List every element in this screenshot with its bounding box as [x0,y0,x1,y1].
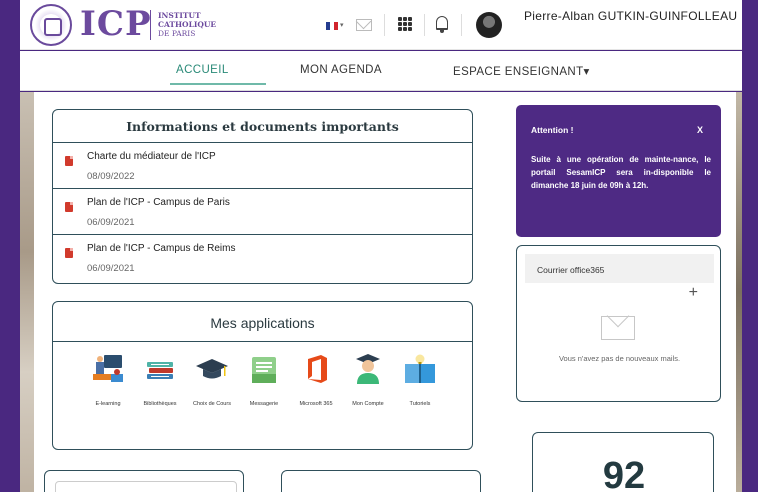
bottom-card-right [281,470,481,492]
counter-card: 92 [532,432,714,492]
logo-subtitle: INSTITUT CATHOLIQUE DE PARIS [158,11,216,38]
document-row[interactable]: Plan de l'ICP - Campus de Paris 06/09/20… [53,189,472,235]
document-row[interactable]: Plan de l'ICP - Campus de Reims 06/09/20… [53,235,472,281]
alert-message: Suite à une opération de mainte-nance, l… [531,155,711,190]
applications-card: Mes applications E-learning Bibliothèque… [52,301,473,450]
french-flag-icon[interactable] [326,22,338,30]
document-title[interactable]: Plan de l'ICP - Campus de Paris [87,197,230,208]
app-label: Choix de Cours [193,401,231,407]
books-icon [143,352,177,386]
nav-accueil[interactable]: ACCUEIL [176,64,229,76]
book-lightbulb-icon [403,352,437,386]
app-bibliotheques[interactable]: Bibliothèques [135,352,185,407]
alert-close-button[interactable]: X [697,125,703,135]
bottom-card-inner[interactable] [55,481,237,492]
document-title[interactable]: Charte du médiateur de l'ICP [87,151,216,162]
mail-empty-message: Vous n'avez pas de nouveaux mails. [558,354,681,363]
app-messagerie[interactable]: Messagerie [239,352,289,407]
frame-left [0,0,20,492]
document-date: 06/09/2021 [87,263,135,274]
app-label: Messagerie [249,401,279,407]
logo-divider [150,10,151,40]
logo-sub-line: INSTITUT [158,11,201,20]
document-date: 08/09/2022 [87,171,135,182]
mail-widget: Courrier office365 + Vous n'avez pas de … [516,245,721,402]
envelope-icon[interactable] [356,19,372,31]
app-label: E-learning [95,401,121,407]
app-label: Bibliothèques [143,401,177,407]
logo-text[interactable]: ICP [80,4,152,44]
nav-mon-agenda[interactable]: MON AGENDA [300,64,382,76]
app-e-learning[interactable]: E-learning [83,352,133,407]
app-label: Tutoriels [409,401,431,407]
graduate-user-icon [351,352,385,386]
background-photo-left [20,92,34,492]
app-mon-compte[interactable]: Mon Compte [343,352,393,407]
maintenance-alert: Attention ! X Suite à une opération de m… [516,105,721,237]
counter-value: 92 [602,455,646,492]
active-tab-indicator [170,83,266,85]
background-photo-right [736,92,742,492]
mail-add-button[interactable]: + [689,284,698,302]
mail-widget-title: Courrier office365 [525,254,714,283]
applications-title: Mes applications [53,302,472,342]
graduation-cap-icon [195,352,229,386]
office-icon [299,352,333,386]
app-label: Microsoft 365 [299,401,333,407]
app-microsoft-365[interactable]: Microsoft 365 [291,352,341,407]
divider [424,14,425,36]
nav-espace-enseignant[interactable]: ESPACE ENSEIGNANT▾ [453,64,590,78]
bottom-card-left [44,470,244,492]
document-date: 06/09/2021 [87,217,135,228]
language-caret-icon[interactable]: ▾ [340,21,344,29]
avatar[interactable] [476,12,502,38]
frame-right [742,0,758,492]
pdf-icon [65,202,73,212]
document-title[interactable]: Plan de l'ICP - Campus de Reims [87,243,235,254]
divider [461,14,462,36]
info-documents-card: Informations et documents importants Cha… [52,109,473,284]
e-learning-icon [91,352,125,386]
mail-icon [247,352,281,386]
pdf-icon [65,248,73,258]
header: ICP INSTITUT CATHOLIQUE DE PARIS ▾ Pierr… [20,0,742,50]
app-tutoriels[interactable]: Tutoriels [395,352,445,407]
logo-sub-line: CATHOLIQUE [158,20,217,29]
icp-seal-icon[interactable] [30,4,72,46]
info-card-title: Informations et documents importants [53,110,472,143]
alert-title: Attention ! [531,125,574,135]
apps-grid-icon[interactable] [398,17,412,31]
user-name[interactable]: Pierre-Alban GUTKIN-GUINFOLLEAU [524,9,737,23]
envelope-icon [601,316,635,340]
main-nav: ACCUEIL MON AGENDA ESPACE ENSEIGNANT▾ [20,51,742,91]
app-label: Mon Compte [352,401,384,407]
divider [384,14,385,36]
pdf-icon [65,156,73,166]
document-row[interactable]: Charte du médiateur de l'ICP 08/09/2022 [53,143,472,189]
bell-icon[interactable] [436,16,448,33]
app-choix-de-cours[interactable]: Choix de Cours [187,352,237,407]
logo-sub-line: DE PARIS [158,29,196,38]
